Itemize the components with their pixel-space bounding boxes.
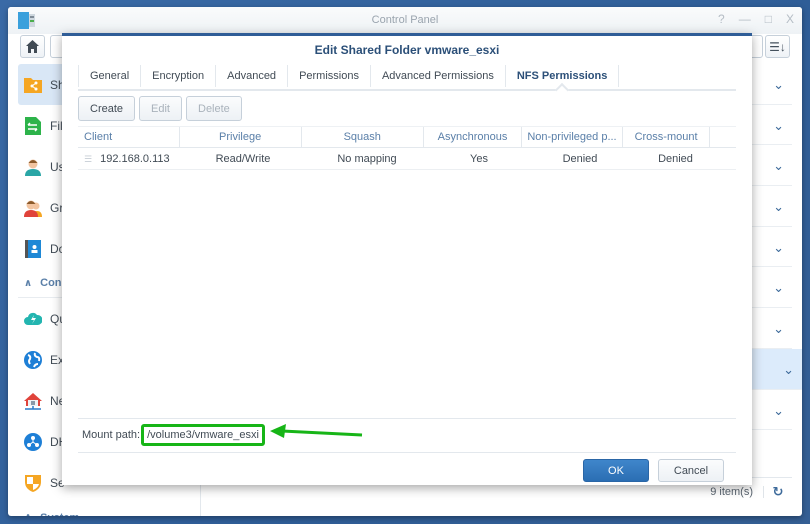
tab-general[interactable]: General [78, 65, 142, 87]
tab-advanced[interactable]: Advanced [216, 65, 289, 87]
minimize-button[interactable]: — [739, 12, 751, 26]
annotation-arrow-icon [270, 424, 363, 438]
user-icon [24, 158, 42, 176]
tab-nfs-permissions[interactable]: NFS Permissions [506, 65, 620, 87]
dialog-title: Edit Shared Folder vmware_esxi [314, 43, 500, 57]
tab-encryption[interactable]: Encryption [141, 65, 217, 87]
chevron-down-icon[interactable]: ⌄ [773, 118, 784, 134]
sidebar-item-label: Fil [50, 118, 63, 133]
chevron-up-icon: ∧ [24, 512, 32, 516]
close-button[interactable]: X [786, 12, 794, 26]
chevron-down-icon[interactable]: ⌄ [783, 362, 794, 378]
column-header-privilege[interactable]: Privilege [180, 127, 302, 147]
cell-cross-mount: Denied [658, 153, 693, 165]
chevron-down-icon[interactable]: ⌄ [773, 321, 784, 337]
mount-path-value: /volume3/vmware_esxi [141, 424, 265, 446]
drag-handle-icon[interactable]: ☰ [84, 154, 92, 164]
group-icon [24, 199, 42, 217]
cell-squash: No mapping [337, 153, 397, 165]
sidebar-group-label: Con [40, 277, 62, 289]
cell-privilege: Read/Write [215, 153, 271, 165]
nfs-rules-grid: Client Privilege Squash Asynchronous Non… [78, 126, 736, 170]
title-bar: Control Panel ? — □ X [8, 7, 802, 34]
external-access-icon [24, 350, 42, 369]
column-header-spacer [710, 127, 736, 147]
network-icon [24, 392, 42, 410]
column-header-non-privileged[interactable]: Non-privileged p... [522, 127, 623, 147]
chevron-down-icon[interactable]: ⌄ [773, 280, 784, 296]
cell-non-privileged: Denied [562, 153, 598, 165]
sidebar-group-system[interactable]: ∧ System [18, 503, 196, 517]
chevron-up-icon: ∧ [24, 277, 33, 289]
ok-button[interactable]: OK [583, 459, 649, 482]
cell-client: ☰ 192.168.0.113 [78, 148, 181, 169]
sidebar-group-label: System [40, 512, 79, 517]
table-row[interactable]: ☰ 192.168.0.113 Read/Write No mapping Yes… [78, 148, 736, 170]
tab-advanced-permissions[interactable]: Advanced Permissions [371, 65, 506, 87]
column-header-squash[interactable]: Squash [302, 127, 424, 147]
refresh-icon: ↻ [772, 483, 784, 499]
column-header-cross-mount[interactable]: Cross-mount [623, 127, 711, 147]
chevron-down-icon[interactable]: ⌄ [773, 77, 784, 93]
help-button[interactable]: ? [718, 12, 725, 26]
dialog-tabs: General Encryption Advanced Permissions … [78, 63, 736, 91]
edit-shared-folder-dialog: Edit Shared Folder vmware_esxi General E… [62, 33, 752, 485]
delete-button[interactable]: Delete [186, 96, 242, 121]
home-icon [26, 40, 39, 53]
client-value: 192.168.0.113 [100, 153, 170, 165]
file-services-icon [24, 116, 42, 135]
create-button[interactable]: Create [78, 96, 136, 121]
cell-asynchronous: Yes [470, 153, 488, 165]
mount-path-area: Mount path: /volume3/vmware_esxi [78, 418, 736, 451]
chevron-down-icon[interactable]: ⌄ [773, 240, 784, 256]
dhcp-icon [24, 432, 42, 451]
tab-permissions[interactable]: Permissions [288, 65, 371, 87]
chevron-down-icon[interactable]: ⌄ [773, 158, 784, 174]
edit-button[interactable]: Edit [139, 96, 182, 121]
chevron-down-icon[interactable]: ⌄ [773, 199, 784, 215]
cancel-button[interactable]: Cancel [658, 459, 724, 482]
home-button[interactable] [20, 35, 45, 58]
shield-icon [24, 474, 42, 492]
mount-path-label: Mount path: [82, 429, 141, 441]
domain-icon [24, 239, 42, 258]
sort-icon: ☰↓ [769, 39, 786, 54]
grid-header: Client Privilege Squash Asynchronous Non… [78, 126, 736, 148]
sort-button[interactable]: ☰↓ [765, 35, 790, 58]
dialog-footer: OK Cancel [78, 452, 736, 488]
quickconnect-icon [24, 310, 42, 328]
refresh-button[interactable]: ↻ [764, 484, 792, 500]
window-title: Control Panel [371, 14, 439, 26]
column-header-client[interactable]: Client [78, 127, 180, 147]
shared-folder-icon [24, 76, 42, 94]
column-header-asynchronous[interactable]: Asynchronous [424, 127, 523, 147]
chevron-down-icon[interactable]: ⌄ [773, 403, 784, 419]
maximize-button[interactable]: □ [765, 12, 772, 26]
